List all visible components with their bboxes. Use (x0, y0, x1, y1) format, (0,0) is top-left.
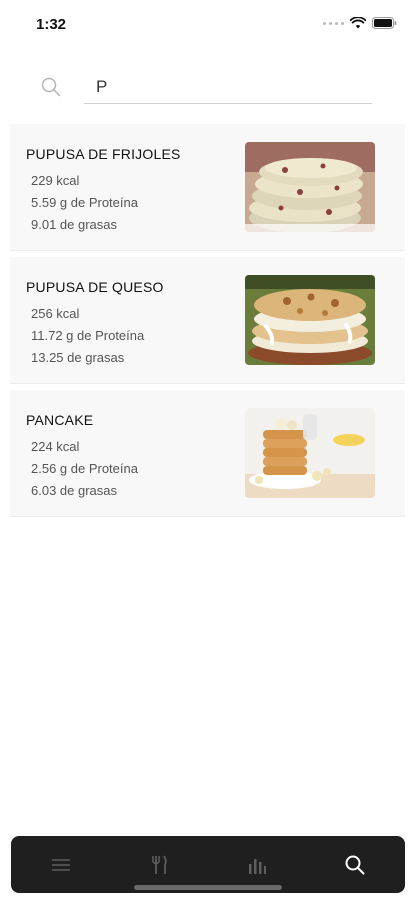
stats-icon (249, 859, 266, 874)
food-kcal: 229 kcal (31, 173, 80, 188)
status-time: 1:32 (36, 16, 67, 33)
food-card[interactable]: PUPUSA DE FRIJOLES 229 kcal 5.59 g de Pr… (10, 124, 405, 251)
food-protein: 11.72 g de Proteína (31, 328, 145, 343)
food-card[interactable]: PANCAKE 224 kcal 2.56 g de Proteína 6.03… (10, 390, 405, 517)
food-kcal: 224 kcal (31, 439, 80, 454)
food-name: PANCAKE (26, 412, 94, 428)
status-icons (323, 17, 397, 29)
menu-icon (52, 859, 70, 871)
food-card[interactable]: PUPUSA DE QUESO 256 kcal 11.72 g de Prot… (10, 257, 405, 384)
tab-menu[interactable] (47, 852, 75, 878)
search-input[interactable] (84, 70, 372, 104)
food-fat: 9.01 de grasas (31, 217, 118, 232)
food-protein: 2.56 g de Proteína (31, 461, 138, 476)
tab-food[interactable] (145, 852, 173, 878)
food-protein: 5.59 g de Proteína (31, 195, 138, 210)
food-fat: 6.03 de grasas (31, 483, 118, 498)
search-icon (345, 855, 365, 875)
battery-icon (372, 17, 397, 29)
search-bar (0, 62, 415, 112)
food-fat: 13.25 de grasas (31, 350, 125, 365)
tab-stats[interactable] (243, 852, 271, 878)
signal-icon (323, 21, 344, 25)
wifi-icon (350, 17, 366, 29)
home-indicator (134, 885, 282, 890)
search-icon (41, 77, 61, 97)
food-photo (245, 142, 375, 232)
food-name: PUPUSA DE FRIJOLES (26, 146, 181, 162)
food-photo (245, 408, 375, 498)
food-photo (245, 275, 375, 365)
utensils-icon (152, 855, 167, 874)
food-kcal: 256 kcal (31, 306, 80, 321)
food-name: PUPUSA DE QUESO (26, 279, 164, 295)
food-list: PUPUSA DE FRIJOLES 229 kcal 5.59 g de Pr… (10, 124, 405, 523)
status-bar: 1:32 (0, 0, 415, 48)
tab-search[interactable] (341, 852, 369, 878)
